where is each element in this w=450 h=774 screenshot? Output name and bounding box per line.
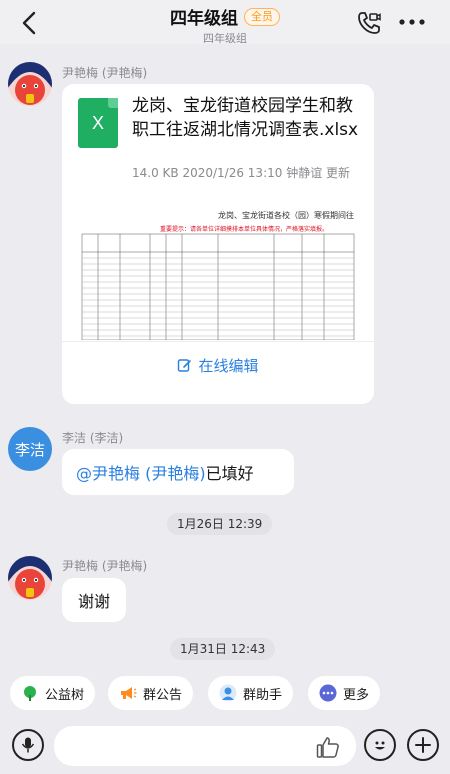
quick-action-charity-tree[interactable]: 公益树 [10, 676, 96, 710]
card-divider [62, 341, 374, 342]
emoji-icon [375, 741, 385, 750]
cartoon-avatar-icon [8, 556, 52, 600]
microphone-icon [21, 737, 35, 753]
spreadsheet-preview[interactable]: 龙岗、宝龙街道各校（园）寒假期间往 重要提示：请各单位详细摸排本单位具体情况，严… [62, 194, 374, 440]
chat-subtitle: 四年级组 [203, 32, 247, 45]
online-edit-label: 在线编辑 [198, 356, 259, 375]
text-message-bubble[interactable]: @尹艳梅 (尹艳梅) 已填好 [62, 449, 294, 495]
message-text: 谢谢 [77, 592, 110, 611]
megaphone-icon [119, 684, 137, 702]
avatar-text: 李洁 [14, 440, 45, 459]
quick-action-more[interactable]: 更多 [308, 676, 381, 710]
message-text-input[interactable] [54, 726, 356, 766]
chip-label: 公益树 [45, 687, 85, 703]
spreadsheet-grid [81, 233, 355, 340]
sender-name: 尹艳梅 (尹艳梅) [62, 66, 148, 80]
thumbs-up-icon[interactable] [316, 736, 340, 758]
file-message-card[interactable]: X 龙岗、宝龙街道校园学生和教职工往返湖北情况调查表.xlsx 14.0 KB … [62, 84, 374, 404]
chip-label: 群公告 [143, 687, 183, 703]
quick-action-announcement[interactable]: 群公告 [108, 676, 194, 710]
file-meta: 14.0 KB 2020/1/26 13:10 钟静谊 更新 [132, 166, 351, 180]
mention-link[interactable]: @尹艳梅 (尹艳梅) [76, 460, 206, 484]
chat-title: 四年级组 [170, 9, 238, 29]
avatar[interactable] [8, 556, 52, 600]
more-dots-icon [319, 684, 337, 702]
edit-icon [178, 358, 192, 372]
tree-icon [21, 684, 39, 702]
online-edit-button[interactable]: 在线编辑 [62, 350, 374, 380]
avatar[interactable] [8, 62, 52, 106]
excel-file-icon: X [78, 98, 118, 148]
chip-label: 更多 [343, 687, 370, 703]
chat-title-area[interactable]: 四年级组 全员 四年级组 [0, 4, 450, 46]
sender-name: 李洁 (李洁) [62, 431, 124, 445]
more-options-icon[interactable] [397, 12, 427, 32]
avatar[interactable]: 李洁 [8, 427, 52, 471]
sender-name: 尹艳梅 (尹艳梅) [62, 559, 148, 573]
assistant-icon [219, 684, 237, 702]
chat-header: 四年级组 全员 四年级组 [0, 0, 450, 46]
text-message-bubble[interactable]: 谢谢 [62, 578, 126, 622]
quick-action-assistant[interactable]: 群助手 [208, 676, 294, 710]
file-name: 龙岗、宝龙街道校园学生和教职工往返湖北情况调查表.xlsx [132, 96, 359, 140]
cartoon-avatar-icon [8, 62, 52, 106]
emoji-button[interactable] [364, 729, 396, 761]
message-input-bar [0, 716, 450, 774]
chip-label: 群助手 [243, 687, 283, 703]
voice-input-button[interactable] [12, 729, 44, 761]
message-text: 已填好 [205, 464, 254, 483]
plus-icon [415, 737, 431, 753]
video-call-icon[interactable] [356, 10, 382, 36]
quick-actions-bar: 公益树 群公告 群助手 更多 [0, 676, 450, 710]
group-badge: 全员 [244, 7, 280, 26]
add-attachment-button[interactable] [407, 729, 439, 761]
timestamp-divider: 1月26日 12:39 [167, 513, 273, 535]
timestamp-divider: 1月31日 12:43 [170, 638, 276, 660]
